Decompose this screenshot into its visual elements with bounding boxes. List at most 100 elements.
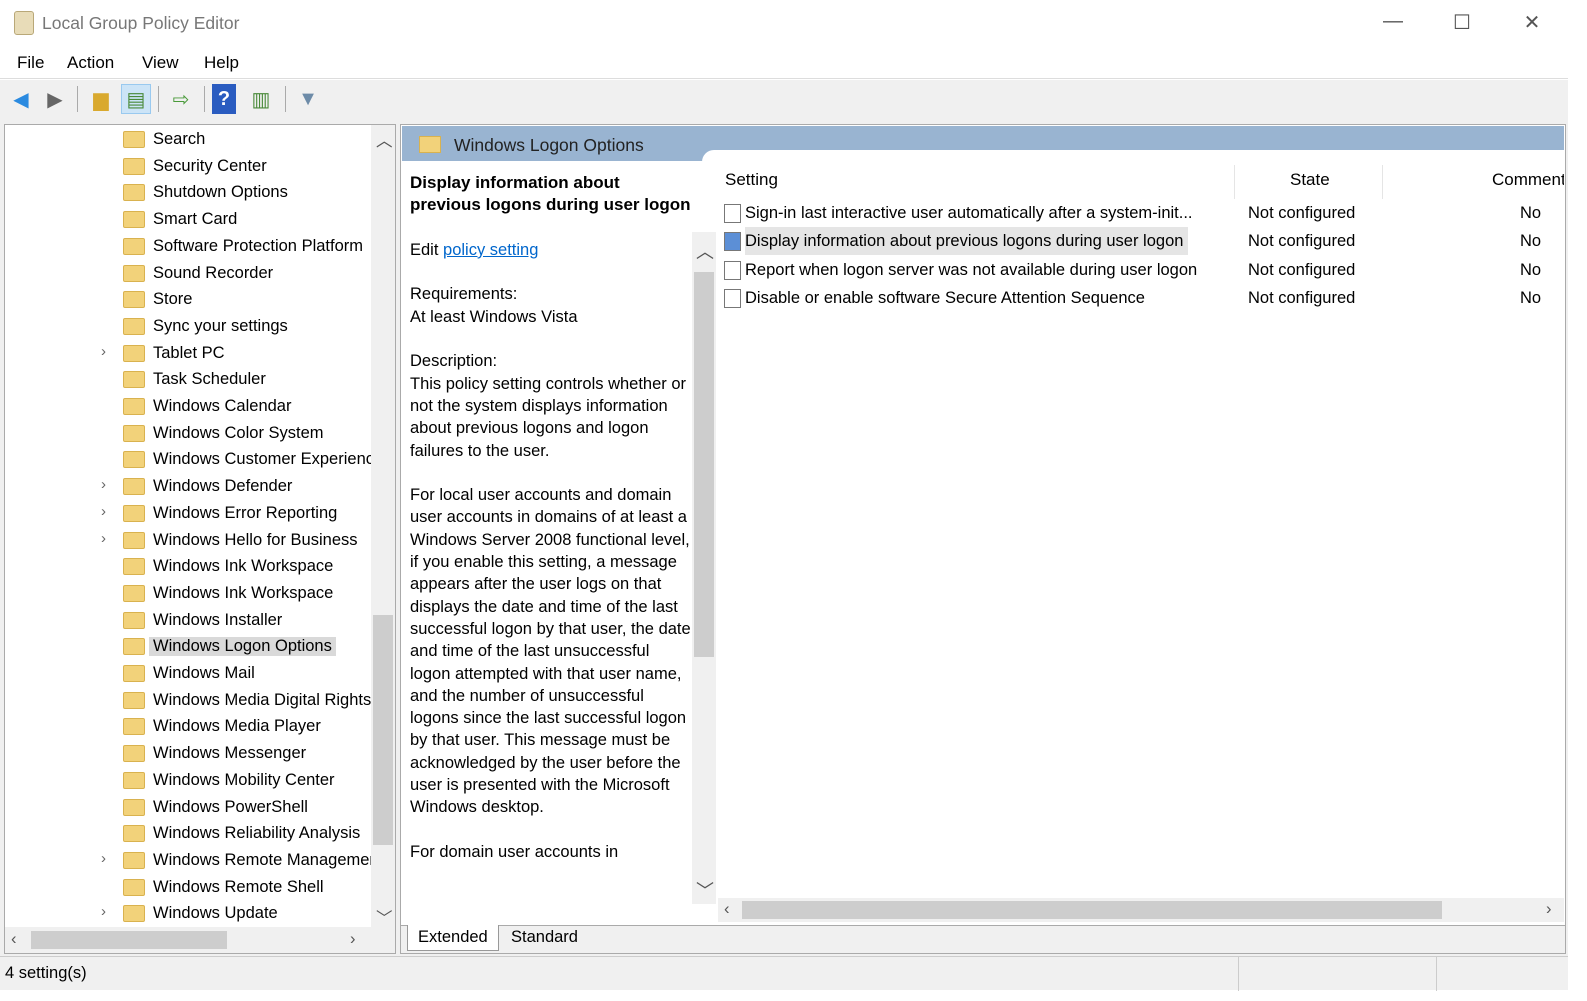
- navigation-tree: Search Security Center Shutdown Options Sma…: [4, 124, 396, 954]
- folder-icon: [123, 798, 145, 816]
- tree-item[interactable]: Software Protection Platform: [5, 234, 375, 260]
- tree-vertical-scrollbar[interactable]: ︿ ﹀: [371, 125, 395, 931]
- help-icon[interactable]: ?: [212, 84, 236, 114]
- tree-item-label: Shutdown Options: [153, 183, 288, 202]
- tree-item[interactable]: Windows Mail: [5, 661, 375, 687]
- folder-icon: [123, 291, 145, 309]
- tree-item[interactable]: Windows Mobility Center: [5, 768, 375, 794]
- tree-item[interactable]: Windows Logon Options: [5, 634, 375, 660]
- tree-item[interactable]: › Windows Error Reporting: [5, 501, 375, 527]
- menu-view[interactable]: View: [142, 53, 179, 73]
- show-hide-tree-icon[interactable]: ▤: [121, 84, 151, 114]
- export-list-icon[interactable]: ⇨: [166, 84, 196, 114]
- folder-icon: [123, 478, 145, 496]
- menu-help[interactable]: Help: [204, 53, 239, 73]
- filter-icon[interactable]: ▼: [293, 84, 323, 114]
- tree-item[interactable]: Windows Color System: [5, 421, 375, 447]
- tree-item[interactable]: Shutdown Options: [5, 180, 375, 206]
- minimize-button[interactable]: —: [1373, 10, 1413, 36]
- requirements-label: Requirements:: [410, 285, 518, 304]
- tree-item[interactable]: Windows Customer Experience: [5, 447, 383, 473]
- scroll-up-icon[interactable]: ︿: [376, 127, 393, 151]
- maximize-button[interactable]: ☐: [1442, 10, 1482, 36]
- expand-chevron-icon[interactable]: ›: [101, 476, 106, 493]
- tree-item[interactable]: Windows Installer: [5, 608, 375, 634]
- expand-chevron-icon[interactable]: ›: [101, 343, 106, 360]
- description-text: For local user accounts and domain user …: [410, 486, 691, 817]
- table-row[interactable]: Report when logon server was not availab…: [720, 256, 1565, 284]
- forward-icon[interactable]: ▶: [40, 84, 70, 114]
- tree-item[interactable]: Windows Media Digital Rights: [5, 688, 375, 714]
- tree-item[interactable]: Windows Ink Workspace: [5, 554, 375, 580]
- table-horizontal-scrollbar[interactable]: ‹ ›: [718, 898, 1564, 922]
- tree-item-label: Windows Mail: [153, 664, 255, 682]
- scroll-left-icon[interactable]: ‹: [11, 930, 17, 949]
- tree-item-label: Store: [153, 290, 193, 309]
- separator: [204, 86, 205, 112]
- table-row[interactable]: Display information about previous logon…: [720, 227, 1565, 256]
- scroll-thumb[interactable]: [694, 272, 714, 657]
- tree-item[interactable]: Store: [5, 287, 375, 313]
- tree-item[interactable]: › Windows Defender: [5, 474, 375, 500]
- setting-cell: Disable or enable software Secure Attent…: [745, 288, 1145, 307]
- table-row[interactable]: Sign-in last interactive user automatica…: [720, 199, 1565, 227]
- tree-item[interactable]: Sync your settings: [5, 314, 375, 340]
- expand-chevron-icon[interactable]: ›: [101, 530, 106, 547]
- tree-item[interactable]: › Windows Hello for Business: [5, 528, 375, 554]
- tree-item-label: Windows Ink Workspace: [153, 557, 334, 576]
- tree-item-label: Windows Messenger: [153, 744, 307, 763]
- tree-item[interactable]: › Windows Update: [5, 901, 375, 927]
- scroll-down-icon[interactable]: ﹀: [696, 877, 714, 903]
- scroll-thumb[interactable]: [31, 931, 227, 949]
- up-folder-icon[interactable]: ▆: [86, 84, 116, 114]
- column-header-comment[interactable]: Comment: [1492, 170, 1564, 190]
- tree-horizontal-scrollbar[interactable]: ‹ ›: [5, 927, 395, 953]
- tree-item[interactable]: Smart Card: [5, 207, 375, 233]
- column-header-state[interactable]: State: [1290, 170, 1330, 190]
- folder-icon: [123, 718, 145, 736]
- menu-file[interactable]: File: [17, 53, 44, 73]
- scroll-up-icon[interactable]: ︿: [696, 238, 714, 264]
- show-action-pane-icon[interactable]: ▥: [246, 84, 276, 114]
- tree-item[interactable]: Sound Recorder: [5, 261, 375, 287]
- description-label: Description:: [410, 352, 498, 371]
- expand-chevron-icon[interactable]: ›: [101, 503, 106, 520]
- description-scrollbar[interactable]: ︿ ﹀: [692, 232, 716, 904]
- column-header-setting[interactable]: Setting: [725, 170, 778, 190]
- scroll-right-icon[interactable]: ›: [1546, 900, 1552, 919]
- expand-chevron-icon[interactable]: ›: [101, 850, 106, 867]
- folder-icon: [123, 371, 145, 389]
- tree-item[interactable]: Task Scheduler: [5, 367, 375, 393]
- tree-item[interactable]: › Windows Remote Management: [5, 848, 383, 874]
- scroll-thumb[interactable]: [742, 901, 1442, 919]
- table-row[interactable]: Disable or enable software Secure Attent…: [720, 284, 1565, 312]
- folder-icon: [123, 745, 145, 763]
- close-button[interactable]: ✕: [1512, 10, 1552, 36]
- scroll-right-icon[interactable]: ›: [350, 930, 356, 949]
- scroll-left-icon[interactable]: ‹: [724, 900, 730, 919]
- tree-item[interactable]: Windows Ink Workspace: [5, 581, 375, 607]
- tree-item[interactable]: Windows Messenger: [5, 741, 375, 767]
- tree-item[interactable]: Windows PowerShell: [5, 795, 375, 821]
- tab-extended[interactable]: Extended: [407, 925, 499, 951]
- expand-chevron-icon[interactable]: ›: [101, 903, 106, 920]
- tree-item[interactable]: Windows Media Player: [5, 714, 375, 740]
- menu-action[interactable]: Action: [67, 53, 114, 73]
- back-icon[interactable]: ◀: [6, 84, 36, 114]
- tab-standard[interactable]: Standard: [503, 928, 586, 947]
- folder-icon: [123, 317, 145, 335]
- scroll-thumb[interactable]: [373, 615, 393, 845]
- folder-icon: [123, 237, 145, 255]
- tree-item[interactable]: Windows Calendar: [5, 394, 375, 420]
- tree-item[interactable]: › Tablet PC: [5, 341, 375, 367]
- folder-icon: [123, 611, 145, 629]
- tree-item[interactable]: Windows Remote Shell: [5, 875, 375, 901]
- scroll-down-icon[interactable]: ﹀: [376, 905, 393, 929]
- policy-setting-icon: [724, 288, 741, 308]
- tree-item[interactable]: Security Center: [5, 154, 375, 180]
- separator: [285, 86, 286, 112]
- policy-setting-link[interactable]: policy setting: [443, 241, 538, 259]
- policy-setting-icon: [724, 204, 741, 223]
- tree-item[interactable]: Windows Reliability Analysis: [5, 821, 375, 847]
- tree-item[interactable]: Search: [5, 127, 375, 153]
